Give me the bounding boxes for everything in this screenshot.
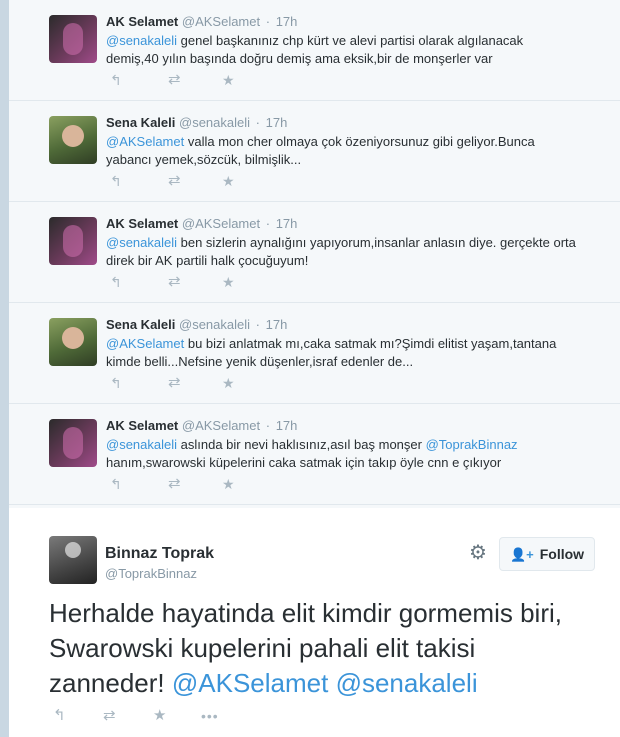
- timestamp[interactable]: 17h: [276, 418, 298, 433]
- mention-link[interactable]: @senakaleli: [336, 668, 478, 698]
- favorite-icon[interactable]: ★: [222, 173, 235, 189]
- tweet-text: @senakaleli aslında bir nevi haklısınız,…: [106, 437, 518, 470]
- user-handle[interactable]: @senakaleli: [179, 115, 250, 130]
- tweet[interactable]: AK Selamet @AKSelamet · 17h @senakaleli …: [9, 0, 620, 101]
- favorite-icon[interactable]: ★: [153, 708, 166, 724]
- mention-link[interactable]: @senakaleli: [106, 437, 177, 452]
- timestamp[interactable]: 17h: [266, 115, 288, 130]
- reply-icon[interactable]: ↰: [110, 375, 122, 391]
- tweet-header: Sena Kaleli @senakaleli · 17h: [106, 115, 287, 130]
- separator: ·: [265, 14, 271, 29]
- user-handle[interactable]: @AKSelamet: [182, 418, 260, 433]
- favorite-icon[interactable]: ★: [222, 274, 235, 290]
- separator: ·: [265, 418, 271, 433]
- tweet-text: @senakaleli ben sizlerin aynalığını yapı…: [106, 235, 576, 268]
- tweet-header: AK Selamet @AKSelamet · 17h: [106, 216, 297, 231]
- tweet-text: Herhalde hayatinda elit kimdir gormemis …: [49, 598, 562, 698]
- main-tweet: Binnaz Toprak @ToprakBinnaz ⚙ 👤+ Follow H…: [9, 508, 620, 737]
- user-handle[interactable]: @AKSelamet: [182, 216, 260, 231]
- user-name[interactable]: AK Selamet: [106, 418, 178, 433]
- tweet[interactable]: AK Selamet @AKSelamet · 17h @senakaleli …: [9, 202, 620, 303]
- favorite-icon[interactable]: ★: [222, 476, 235, 492]
- user-handle[interactable]: @ToprakBinnaz: [105, 566, 197, 581]
- tweet-text: @AKSelamet valla mon cher olmaya çok öze…: [106, 134, 535, 167]
- user-name[interactable]: Binnaz Toprak: [105, 545, 214, 563]
- tweet-header: Sena Kaleli @senakaleli · 17h: [106, 317, 287, 332]
- retweet-icon[interactable]: ⇄: [103, 708, 116, 724]
- favorite-icon[interactable]: ★: [222, 375, 235, 391]
- tweet-text: @AKSelamet bu bizi anlatmak mı,caka satm…: [106, 336, 557, 369]
- timestamp[interactable]: 17h: [276, 216, 298, 231]
- favorite-icon[interactable]: ★: [222, 72, 235, 88]
- tweet[interactable]: Sena Kaleli @senakaleli · 17h @AKSelamet…: [9, 303, 620, 404]
- follow-button[interactable]: 👤+ Follow: [499, 537, 595, 571]
- timestamp[interactable]: 17h: [266, 317, 288, 332]
- avatar[interactable]: [49, 217, 97, 265]
- retweet-icon[interactable]: ⇄: [168, 274, 181, 290]
- separator: ·: [255, 317, 260, 332]
- reply-icon[interactable]: ↰: [110, 173, 122, 189]
- user-handle[interactable]: @AKSelamet: [182, 14, 260, 29]
- user-handle[interactable]: @senakaleli: [179, 317, 250, 332]
- reply-icon[interactable]: ↰: [110, 72, 122, 88]
- retweet-icon[interactable]: ⇄: [168, 72, 181, 88]
- retweet-icon[interactable]: ⇄: [168, 173, 181, 189]
- user-name[interactable]: AK Selamet: [106, 14, 178, 29]
- user-name[interactable]: Sena Kaleli: [106, 115, 175, 130]
- user-name[interactable]: Sena Kaleli: [106, 317, 175, 332]
- separator: ·: [255, 115, 260, 130]
- user-name[interactable]: AK Selamet: [106, 216, 178, 231]
- tweet-header: AK Selamet @AKSelamet · 17h: [106, 418, 297, 433]
- avatar[interactable]: [49, 318, 97, 366]
- avatar[interactable]: [49, 15, 97, 63]
- retweet-icon[interactable]: ⇄: [168, 375, 181, 391]
- timestamp[interactable]: 17h: [276, 14, 298, 29]
- separator: ·: [265, 216, 271, 231]
- tweet-header: AK Selamet @AKSelamet · 17h: [106, 14, 297, 29]
- gear-icon[interactable]: ⚙: [466, 541, 490, 565]
- mention-link[interactable]: @AKSelamet: [172, 668, 328, 698]
- follow-person-icon: 👤+: [509, 547, 534, 562]
- mention-link[interactable]: @senakaleli: [106, 235, 177, 250]
- more-icon[interactable]: •••: [201, 708, 219, 724]
- avatar[interactable]: [49, 419, 97, 467]
- mention-link[interactable]: @AKSelamet: [106, 336, 184, 351]
- mention-link[interactable]: @senakaleli: [106, 33, 177, 48]
- tweet[interactable]: Sena Kaleli @senakaleli · 17h @AKSelamet…: [9, 101, 620, 202]
- reply-icon[interactable]: ↰: [110, 476, 122, 492]
- mention-link[interactable]: @ToprakBinnaz: [426, 437, 518, 452]
- tweet-text: @senakaleli genel başkanınız chp kürt ve…: [106, 33, 524, 66]
- reply-icon[interactable]: ↰: [110, 274, 122, 290]
- avatar[interactable]: [49, 536, 97, 584]
- tweet[interactable]: AK Selamet @AKSelamet · 17h @senakaleli …: [9, 404, 620, 505]
- avatar[interactable]: [49, 116, 97, 164]
- reply-icon[interactable]: ↰: [53, 708, 66, 724]
- retweet-icon[interactable]: ⇄: [168, 476, 181, 492]
- mention-link[interactable]: @AKSelamet: [106, 134, 184, 149]
